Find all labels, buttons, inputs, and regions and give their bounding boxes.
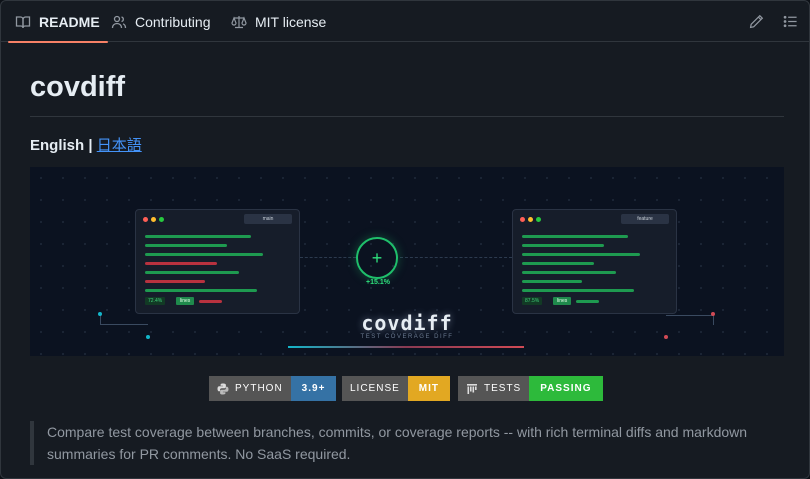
coverage-line	[522, 235, 628, 238]
connector-line	[400, 257, 512, 258]
list-unordered-icon[interactable]	[781, 12, 799, 30]
coverage-line	[145, 253, 263, 256]
tab-license[interactable]: MIT license	[231, 1, 326, 42]
banner-gradient-bar	[288, 346, 524, 348]
badge-label: TESTS	[458, 376, 530, 401]
readme-banner-image: main 72.4% lines + +15.1% feature 87.5% …	[30, 167, 784, 356]
window-maximize-dot	[159, 217, 164, 222]
readme-tabbar: README Contributing MIT license	[1, 1, 809, 43]
coverage-line	[522, 244, 604, 247]
circuit-node	[664, 335, 668, 339]
lang-japanese-link[interactable]: 日本語	[97, 137, 142, 154]
title-divider	[30, 116, 784, 117]
plus-icon: +	[356, 237, 398, 279]
banner-tagline: TEST COVERAGE DIFF	[360, 334, 454, 340]
coverage-line	[522, 289, 634, 292]
badge-value: 3.9+	[290, 376, 337, 401]
circuit-node	[98, 312, 102, 316]
main-branch-window: main 72.4% lines	[135, 209, 300, 314]
feature-branch-window: feature 87.5% lines	[512, 209, 677, 314]
coverage-line	[145, 271, 239, 274]
circuit-trace	[100, 315, 148, 325]
language-switcher: English | 日本語	[30, 134, 142, 155]
coverage-line	[145, 280, 205, 283]
pencil-icon[interactable]	[747, 12, 765, 30]
law-icon	[231, 14, 247, 30]
coverage-line	[145, 235, 251, 238]
coverage-line	[145, 289, 257, 292]
python-version-badge[interactable]: PYTHON 3.9+	[209, 376, 337, 401]
coverage-line	[199, 300, 222, 303]
window-close-dot	[520, 217, 525, 222]
badge-label: PYTHON	[209, 376, 291, 401]
badge-value: PASSING	[529, 376, 603, 401]
badge-value: MIT	[407, 376, 451, 401]
window-minimize-dot	[151, 217, 156, 222]
tests-badge[interactable]: TESTS PASSING	[458, 376, 603, 401]
coverage-line	[145, 244, 227, 247]
feature-branch-label: feature	[621, 214, 669, 224]
book-icon	[15, 14, 31, 30]
main-branch-label: main	[244, 214, 292, 224]
pytest-icon	[466, 383, 478, 395]
window-maximize-dot	[536, 217, 541, 222]
tab-license-label: MIT license	[255, 13, 327, 30]
tab-readme-label: README	[39, 13, 100, 30]
tab-readme[interactable]: README	[8, 1, 108, 43]
readme-title: covdiff	[30, 71, 126, 103]
lines-tag: lines	[553, 297, 572, 305]
coverage-line	[576, 300, 599, 303]
circuit-node	[711, 312, 715, 316]
description-blockquote: Compare test coverage between branches, …	[30, 421, 784, 465]
feature-coverage-percent: 87.5%	[522, 297, 543, 305]
banner-wordmark: covdiff	[361, 311, 453, 335]
window-close-dot	[143, 217, 148, 222]
window-minimize-dot	[528, 217, 533, 222]
python-icon	[217, 383, 229, 395]
license-badge[interactable]: LICENSE MIT	[342, 376, 451, 401]
circuit-node	[146, 335, 150, 339]
coverage-line	[145, 262, 217, 265]
coverage-line	[522, 280, 582, 283]
tab-contributing-label: Contributing	[135, 13, 211, 30]
coverage-line	[522, 262, 594, 265]
people-icon	[111, 14, 127, 30]
lang-separator: |	[88, 137, 93, 154]
main-coverage-percent: 72.4%	[145, 297, 166, 305]
connector-line	[300, 257, 356, 258]
coverage-line	[522, 253, 640, 256]
coverage-line	[522, 271, 616, 274]
lines-tag: lines	[176, 297, 195, 305]
lang-current: English	[30, 137, 85, 154]
tab-contributing[interactable]: Contributing	[111, 1, 211, 42]
readme-panel: README Contributing MIT license covdiff …	[0, 0, 810, 479]
coverage-delta: +15.1%	[366, 279, 390, 286]
circuit-trace	[666, 315, 714, 325]
badge-label: LICENSE	[342, 376, 408, 401]
